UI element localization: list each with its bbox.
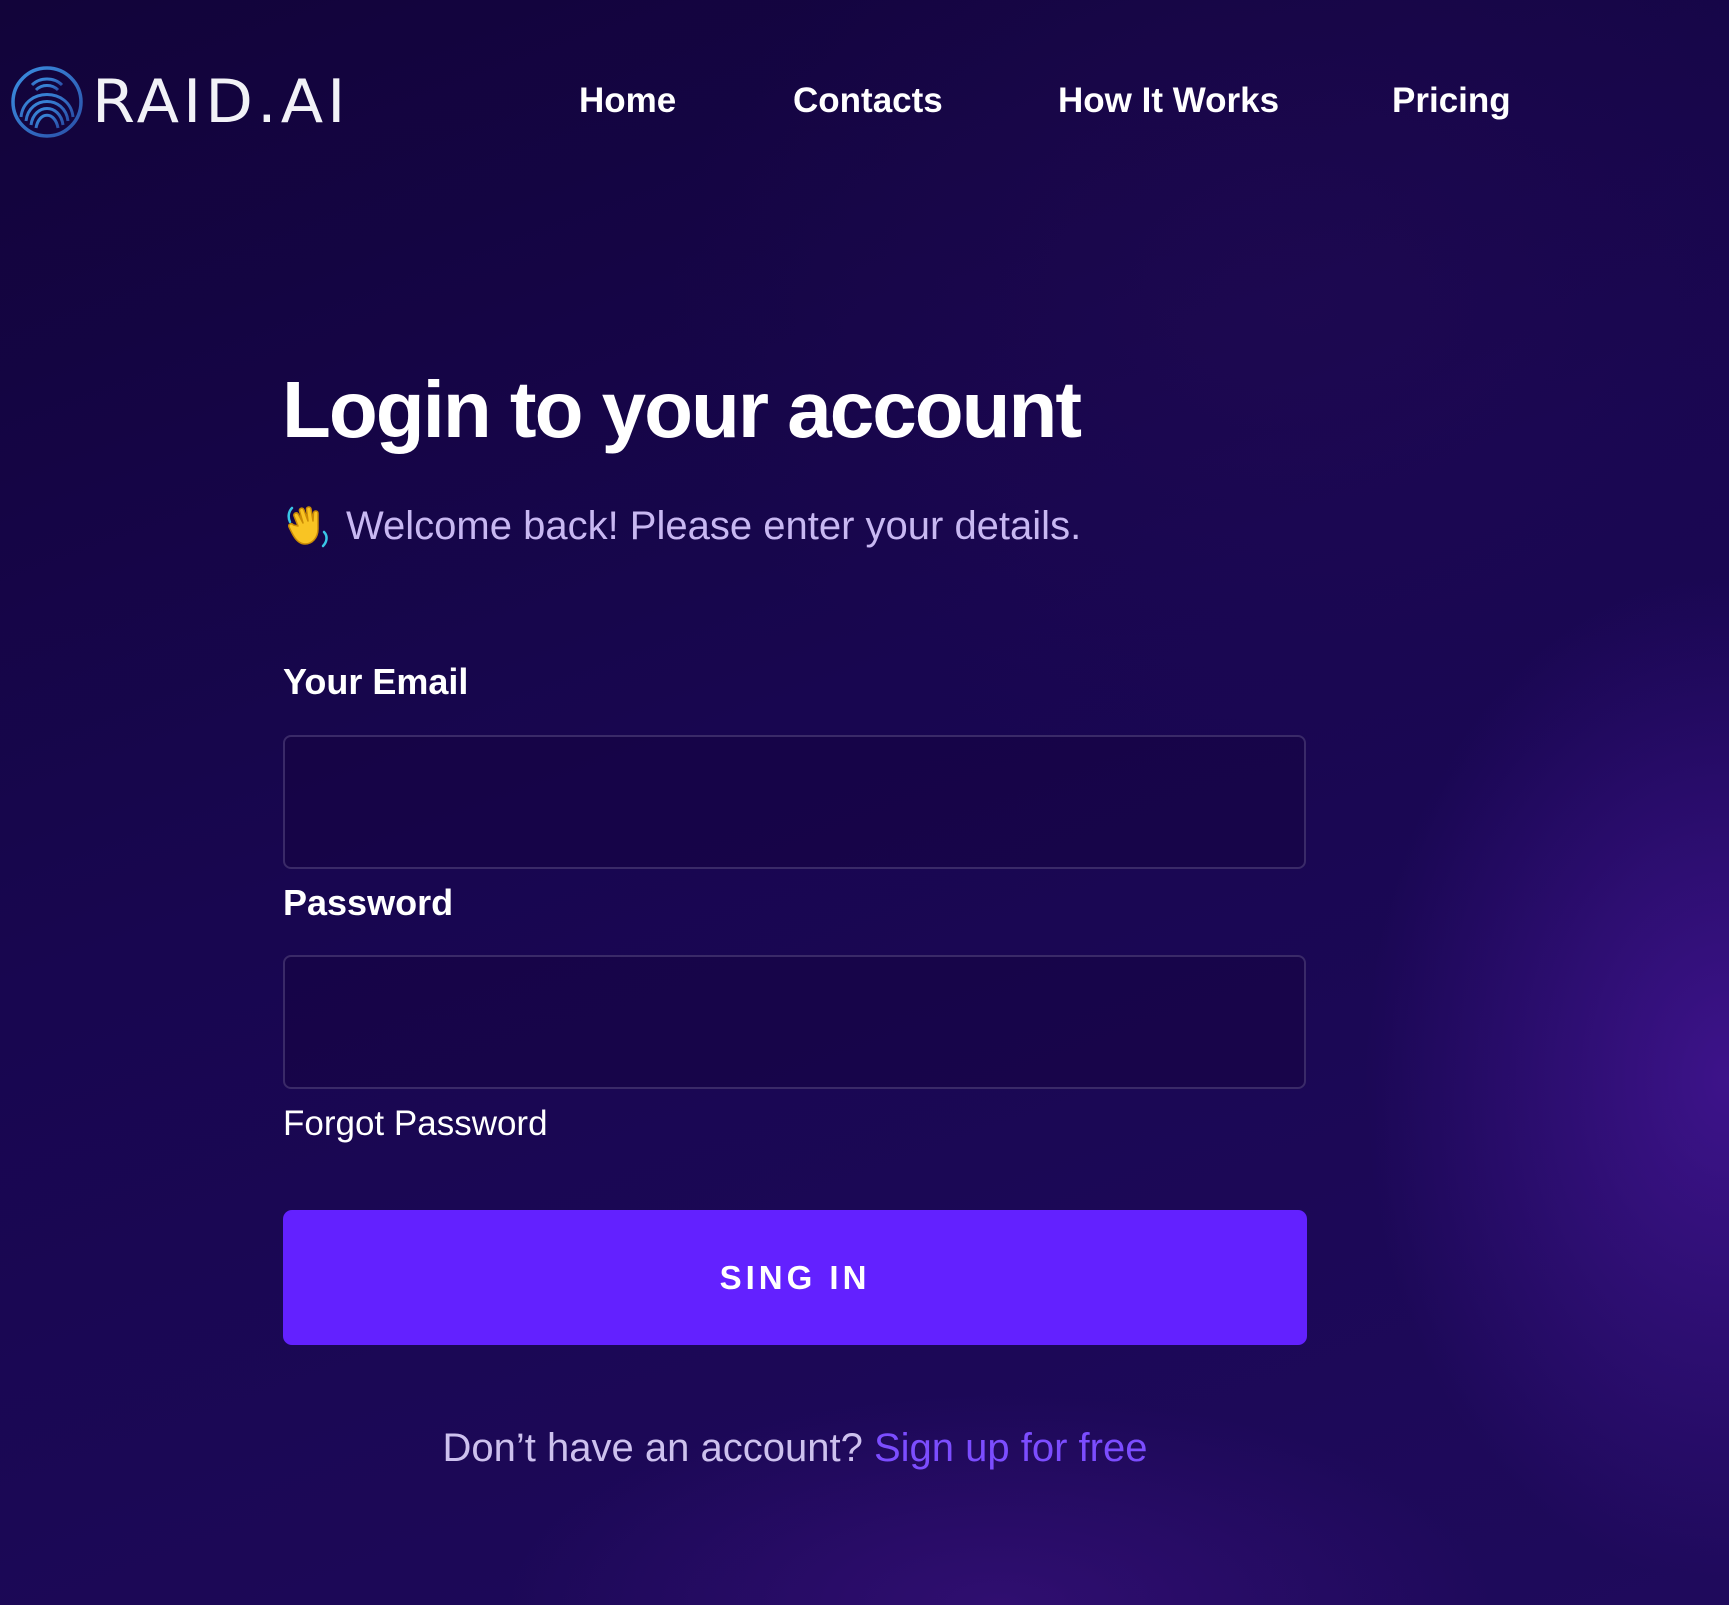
forgot-password-link[interactable]: Forgot Password: [283, 1102, 548, 1146]
brand-name: RAID.AI: [92, 66, 350, 137]
sign-in-button[interactable]: SING IN: [283, 1210, 1307, 1345]
site-header: RAID.AI Home Contacts How It Works Prici…: [0, 0, 1729, 200]
concentric-rings-logo-icon: [11, 66, 83, 138]
waving-hand-icon: [287, 506, 328, 548]
password-label: Password: [283, 882, 454, 923]
nav-item-how-it-works[interactable]: How It Works: [1058, 78, 1279, 124]
password-field[interactable]: [283, 955, 1306, 1089]
page-title: Login to your account: [282, 365, 1082, 454]
email-field[interactable]: [283, 735, 1306, 869]
signup-prompt-text: Don’t have an account?: [442, 1426, 863, 1470]
sign-up-link[interactable]: Sign up for free: [874, 1426, 1148, 1470]
brand-logo[interactable]: RAID.AI: [10, 64, 349, 140]
nav-item-home[interactable]: Home: [579, 78, 676, 124]
nav-item-pricing[interactable]: Pricing: [1392, 78, 1511, 124]
welcome-text: Welcome back! Please enter your details.: [346, 504, 1082, 548]
email-label: Your Email: [283, 661, 469, 702]
signup-prompt-line: Don’t have an account? Sign up for free: [0, 1422, 1590, 1474]
nav-item-contacts[interactable]: Contacts: [793, 78, 943, 124]
welcome-subtitle: Welcome back! Please enter your details.: [284, 498, 1081, 554]
